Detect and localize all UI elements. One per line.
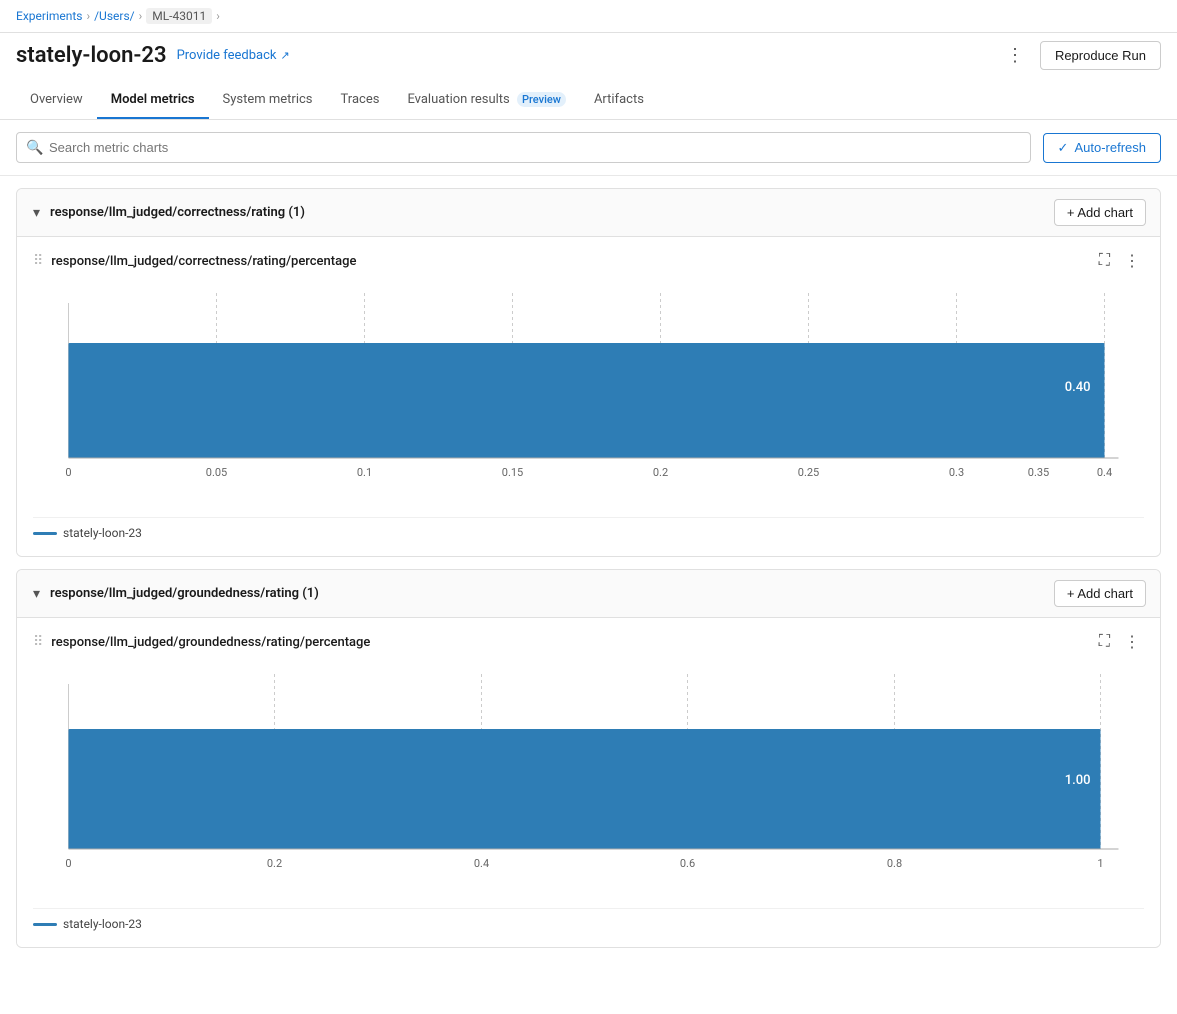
svg-text:0: 0 [65, 857, 71, 870]
svg-text:0.2: 0.2 [267, 857, 282, 870]
tab-evaluation-results[interactable]: Evaluation results Preview [393, 82, 580, 119]
correctness-section-title: response/llm_judged/correctness/rating (… [50, 205, 305, 220]
breadcrumb-experiments[interactable]: Experiments [16, 9, 83, 23]
svg-text:0.15: 0.15 [502, 466, 523, 479]
search-input[interactable] [16, 132, 1031, 163]
tab-system-metrics[interactable]: System metrics [209, 82, 327, 119]
tab-model-metrics[interactable]: Model metrics [97, 82, 209, 119]
tab-overview[interactable]: Overview [16, 82, 97, 119]
preview-badge: Preview [517, 92, 566, 107]
correctness-legend-line [33, 532, 57, 535]
correctness-legend-label: stately-loon-23 [63, 526, 142, 540]
breadcrumb-run-id: ML-43011 [146, 8, 212, 24]
correctness-fullscreen-button[interactable]: ⛶ [1095, 250, 1114, 272]
groundedness-chart-card: ⠿ response/llm_judged/groundedness/ratin… [17, 618, 1160, 947]
search-icon: 🔍 [26, 140, 43, 156]
svg-text:0.35: 0.35 [1028, 466, 1049, 479]
groundedness-section-header: ▾ response/llm_judged/groundedness/ratin… [17, 570, 1160, 618]
svg-text:0: 0 [65, 466, 71, 479]
svg-text:0.40: 0.40 [1065, 380, 1091, 395]
title-bar: stately-loon-23 Provide feedback ↗ ⋮ Rep… [0, 33, 1177, 82]
groundedness-section-title: response/llm_judged/groundedness/rating … [50, 586, 319, 601]
svg-text:0.1: 0.1 [357, 466, 372, 479]
correctness-chart-svg: 0.40 0 0.05 0.1 0.15 0.2 0.25 0.3 0.35 0… [33, 283, 1144, 503]
groundedness-chart-controls: ⛶ ⋮ [1095, 630, 1144, 654]
eval-results-label: Evaluation results [407, 92, 509, 107]
tab-traces[interactable]: Traces [327, 82, 394, 119]
auto-refresh-label: Auto-refresh [1074, 140, 1146, 155]
reproduce-run-button[interactable]: Reproduce Run [1040, 41, 1161, 70]
breadcrumb-sep2: › [139, 9, 143, 23]
groundedness-chart-legend: stately-loon-23 [33, 908, 1144, 931]
breadcrumb-sep1: › [87, 9, 91, 23]
tab-artifacts[interactable]: Artifacts [580, 82, 658, 119]
svg-text:0.2: 0.2 [653, 466, 668, 479]
groundedness-chart-svg: 1.00 0 0.2 0.4 0.6 0.8 1 [33, 664, 1144, 894]
check-icon: ✓ [1058, 140, 1069, 156]
breadcrumb-sep3: › [216, 9, 220, 23]
svg-text:0.4: 0.4 [1097, 466, 1112, 479]
correctness-chart-legend: stately-loon-23 [33, 517, 1144, 540]
feedback-label: Provide feedback [177, 48, 277, 63]
groundedness-fullscreen-button[interactable]: ⛶ [1095, 631, 1114, 653]
groundedness-chart-area: 1.00 0 0.2 0.4 0.6 0.8 1 [33, 664, 1144, 898]
correctness-collapse-button[interactable]: ▾ [31, 202, 42, 223]
tabs-bar: Overview Model metrics System metrics Tr… [0, 82, 1177, 120]
correctness-section: ▾ response/llm_judged/correctness/rating… [16, 188, 1161, 557]
correctness-chart-controls: ⛶ ⋮ [1095, 249, 1144, 273]
groundedness-drag-handle[interactable]: ⠿ [33, 634, 43, 650]
breadcrumb: Experiments › /Users/ › ML-43011 › [0, 0, 1177, 33]
svg-text:0.6: 0.6 [680, 857, 695, 870]
svg-text:0.4: 0.4 [474, 857, 489, 870]
correctness-chart-card: ⠿ response/llm_judged/correctness/rating… [17, 237, 1160, 556]
svg-text:1: 1 [1097, 857, 1103, 870]
correctness-add-chart-button[interactable]: + Add chart [1054, 199, 1146, 226]
groundedness-chart-left: ⠿ response/llm_judged/groundedness/ratin… [33, 634, 370, 650]
search-wrap: 🔍 [16, 132, 1031, 163]
search-bar-row: 🔍 ✓ Auto-refresh [0, 120, 1177, 176]
svg-text:0.8: 0.8 [887, 857, 902, 870]
title-left: stately-loon-23 Provide feedback ↗ [16, 43, 290, 68]
correctness-drag-handle[interactable]: ⠿ [33, 253, 43, 269]
svg-text:0.05: 0.05 [206, 466, 227, 479]
groundedness-legend-line [33, 923, 57, 926]
auto-refresh-button[interactable]: ✓ Auto-refresh [1043, 133, 1161, 163]
groundedness-chart-title: response/llm_judged/groundedness/rating/… [51, 635, 370, 650]
correctness-header-left: ▾ response/llm_judged/correctness/rating… [31, 202, 305, 223]
correctness-section-header: ▾ response/llm_judged/correctness/rating… [17, 189, 1160, 237]
svg-text:0.3: 0.3 [949, 466, 964, 479]
correctness-chart-area: 0.40 0 0.05 0.1 0.15 0.2 0.25 0.3 0.35 0… [33, 283, 1144, 507]
breadcrumb-users[interactable]: /Users/ [94, 9, 135, 23]
correctness-chart-more-button[interactable]: ⋮ [1120, 249, 1144, 273]
correctness-chart-title: response/llm_judged/correctness/rating/p… [51, 254, 356, 269]
external-link-icon: ↗ [281, 49, 290, 62]
groundedness-chart-header: ⠿ response/llm_judged/groundedness/ratin… [33, 630, 1144, 654]
groundedness-legend-label: stately-loon-23 [63, 917, 142, 931]
page-title: stately-loon-23 [16, 43, 167, 68]
groundedness-section: ▾ response/llm_judged/groundedness/ratin… [16, 569, 1161, 948]
svg-text:0.25: 0.25 [798, 466, 819, 479]
groundedness-add-chart-button[interactable]: + Add chart [1054, 580, 1146, 607]
svg-text:1.00: 1.00 [1065, 773, 1091, 788]
title-right: ⋮ Reproduce Run [998, 41, 1161, 70]
correctness-chart-header: ⠿ response/llm_judged/correctness/rating… [33, 249, 1144, 273]
more-options-button[interactable]: ⋮ [998, 41, 1032, 70]
groundedness-header-left: ▾ response/llm_judged/groundedness/ratin… [31, 583, 319, 604]
feedback-link[interactable]: Provide feedback ↗ [177, 48, 290, 63]
groundedness-collapse-button[interactable]: ▾ [31, 583, 42, 604]
groundedness-chart-more-button[interactable]: ⋮ [1120, 630, 1144, 654]
correctness-chart-left: ⠿ response/llm_judged/correctness/rating… [33, 253, 356, 269]
